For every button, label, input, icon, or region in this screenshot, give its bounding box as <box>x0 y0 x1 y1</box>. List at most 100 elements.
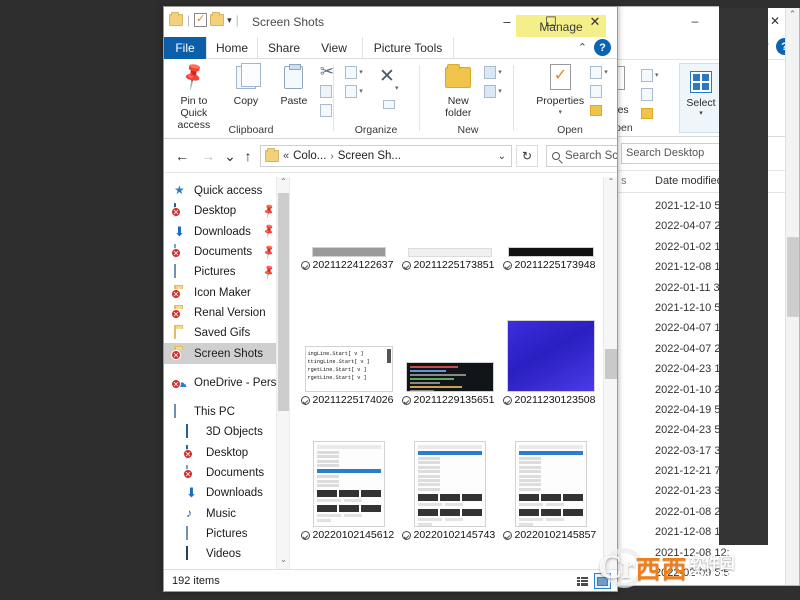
search-input-placeholder[interactable]: Search Screen Shots <box>565 150 617 162</box>
file-item[interactable]: 20211225173851 <box>399 177 500 296</box>
selection-check-icon[interactable] <box>300 396 310 405</box>
sidebar-item-downloads[interactable]: ⬇ Downloads <box>164 483 289 503</box>
sidebar-item-3d-objects[interactable]: 3D Objects <box>164 422 289 442</box>
back-button[interactable]: ← <box>172 147 192 165</box>
forward-button[interactable]: → <box>198 147 218 165</box>
folder-icon[interactable] <box>169 12 183 26</box>
sidebar-item-renal-version[interactable]: ✕ Renal Version <box>164 303 289 323</box>
open-button[interactable]: ▾ <box>588 63 610 81</box>
file-list-pane[interactable]: 20211224122637 20211225173851 202112251739… <box>290 177 617 569</box>
breadcrumb-item-1[interactable]: Screen Sh... <box>338 150 401 162</box>
details-view-button[interactable] <box>574 573 591 589</box>
background-select-group[interactable]: Select ▾ <box>679 63 723 133</box>
new-folder-icon[interactable] <box>210 12 225 26</box>
selection-check-icon[interactable] <box>300 261 310 270</box>
tab-home[interactable]: Home <box>206 37 258 59</box>
new-item-button[interactable]: ▾ <box>482 63 504 81</box>
breadcrumb-overflow-icon[interactable]: « <box>283 150 289 162</box>
background-explorer-window[interactable]: – ☐ ✕ ⌃ ? ▾ erties Open <box>612 6 800 586</box>
sidebar-item-music[interactable]: ♪ Music <box>164 503 289 523</box>
sidebar-item-desktop[interactable]: ✕ Desktop 📌 <box>164 201 289 221</box>
easy-access-button[interactable]: ▾ <box>482 82 504 100</box>
background-select-caret-icon[interactable]: ▾ <box>680 109 722 117</box>
sidebar-item-pictures[interactable]: Pictures 📌 <box>164 262 289 282</box>
sidebar-item-saved-gifs[interactable]: Saved Gifs <box>164 323 289 343</box>
pin-icon[interactable]: 📌 <box>261 203 278 219</box>
selection-check-icon[interactable] <box>300 531 310 540</box>
copy-button[interactable]: Copy <box>222 61 270 107</box>
sidebar-item-downloads[interactable]: ⬇ Downloads 📌 <box>164 222 289 242</box>
file-scroll-thumb[interactable] <box>605 349 617 379</box>
up-button[interactable]: ↑ <box>238 147 258 165</box>
navigation-scrollbar[interactable]: ⌃ ⌄ <box>276 177 289 569</box>
selection-check-icon[interactable] <box>401 396 411 405</box>
pin-to-quick-access-button[interactable]: 📌 Pin to Quick access <box>166 61 222 131</box>
address-dropdown-icon[interactable]: ⌄ <box>498 151 506 162</box>
address-path-box[interactable]: « Colo... › Screen Sh... ⌄ <box>260 145 512 167</box>
background-minimize-button[interactable]: – <box>675 9 715 33</box>
file-item[interactable]: 20211230123508 <box>500 296 601 431</box>
properties-caret-icon[interactable]: ▾ <box>558 109 562 117</box>
nav-scroll-up-icon[interactable]: ⌃ <box>277 177 289 191</box>
refresh-button[interactable]: ↻ <box>516 145 538 167</box>
sidebar-item-pictures[interactable]: Pictures <box>164 524 289 544</box>
maximize-button[interactable]: ☐ <box>529 7 573 36</box>
background-scroll-thumb[interactable] <box>787 237 799 317</box>
pin-icon[interactable]: 📌 <box>261 224 278 240</box>
tab-view[interactable]: View <box>310 37 358 59</box>
selection-check-icon[interactable] <box>502 531 512 540</box>
tab-share[interactable]: Share <box>258 37 310 59</box>
breadcrumb-item-0[interactable]: Colo... <box>293 150 326 162</box>
background-edit-small-icon[interactable] <box>639 85 661 103</box>
explorer-window[interactable]: | ▾ | Screen Shots Manage – ☐ ✕ File Hom… <box>163 6 618 592</box>
edit-button[interactable] <box>588 82 610 100</box>
file-item[interactable]: 20220102145743 <box>399 431 500 566</box>
tab-picture-tools[interactable]: Picture Tools <box>362 37 454 59</box>
collapse-ribbon-icon[interactable]: ⌃ <box>578 41 587 54</box>
nav-scroll-thumb[interactable] <box>278 193 289 411</box>
copy-to-button[interactable]: ▾ <box>343 82 365 100</box>
nav-scroll-down-icon[interactable]: ⌄ <box>277 555 289 569</box>
background-history-icon[interactable] <box>639 104 661 122</box>
selection-check-icon[interactable] <box>401 261 411 270</box>
chevron-down-icon[interactable]: ▾ <box>227 15 232 26</box>
sidebar-item-screen-shots[interactable]: ✕ Screen Shots <box>164 343 289 364</box>
sidebar-item-onedrive-persor[interactable]: ☁✕ OneDrive - Persor <box>164 373 289 393</box>
background-scrollbar[interactable]: ⌃ <box>785 7 799 585</box>
file-item[interactable]: 20211224122637 <box>298 177 399 296</box>
properties-icon[interactable] <box>194 12 208 27</box>
pin-icon[interactable]: 📌 <box>261 244 278 260</box>
sidebar-item-documents[interactable]: ✕ Documents <box>164 463 289 483</box>
minimize-button[interactable]: – <box>485 7 529 36</box>
move-to-button[interactable]: ▾ <box>343 63 365 81</box>
background-open-icon[interactable]: ▾ <box>639 66 661 84</box>
tab-file[interactable]: File <box>164 37 206 59</box>
selection-check-icon[interactable] <box>401 531 411 540</box>
file-item[interactable]: 20220102145857 <box>500 431 601 566</box>
paste-button[interactable]: Paste <box>270 61 318 107</box>
file-item[interactable]: 20220102145612 <box>298 431 399 566</box>
sidebar-item-videos[interactable]: Videos <box>164 544 289 564</box>
pin-icon[interactable]: 📌 <box>261 264 278 280</box>
close-button[interactable]: ✕ <box>573 7 617 36</box>
delete-button[interactable]: ✕ ▾ <box>365 61 413 113</box>
selection-check-icon[interactable] <box>502 396 512 405</box>
file-scroll-up-icon[interactable]: ⌃ <box>604 177 617 186</box>
new-folder-button[interactable]: New folder <box>434 61 482 119</box>
selection-check-icon[interactable] <box>502 261 512 270</box>
rename-button[interactable] <box>382 95 395 113</box>
sidebar-item-desktop[interactable]: ✕ Desktop <box>164 443 289 463</box>
background-scroll-up-icon[interactable]: ⌃ <box>786 7 799 20</box>
help-icon[interactable]: ? <box>594 39 611 56</box>
sidebar-item-quick-access[interactable]: ★ Quick access <box>164 181 289 201</box>
properties-button[interactable]: Properties ▾ <box>532 61 588 117</box>
background-search-input[interactable]: Search Desktop <box>621 143 733 164</box>
background-column-date-modified[interactable]: Date modified <box>655 175 723 187</box>
file-list-scrollbar[interactable]: ⌃ <box>603 177 617 569</box>
search-box[interactable]: Search Screen Shots <box>546 145 617 167</box>
file-item[interactable]: ingLine.Start[ v ] ttingLine.Start[ v ] rg… <box>298 296 399 431</box>
recent-locations-button[interactable]: ⌄ <box>220 147 240 165</box>
sidebar-item-icon-maker[interactable]: ✕ Icon Maker <box>164 282 289 302</box>
history-button[interactable] <box>588 101 610 119</box>
navigation-pane[interactable]: ★ Quick access ✕ Desktop 📌 ⬇ Downloads 📌 ✕ Docume… <box>164 177 290 569</box>
